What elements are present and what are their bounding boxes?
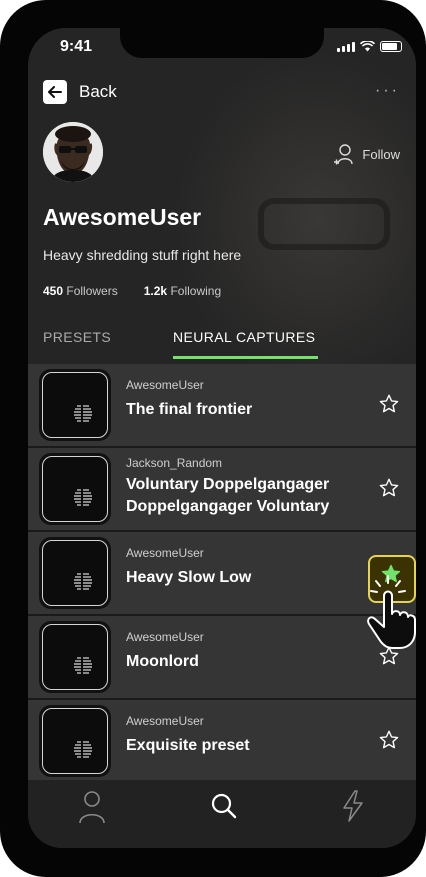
header-photo-decoration (258, 198, 390, 250)
add-user-icon (334, 144, 354, 165)
content-tabs: PRESETS NEURAL CAPTURES (43, 329, 403, 359)
status-icons (337, 41, 402, 52)
screen: 9:41 Back ··· Follow AwesomeUser Heavy s… (28, 28, 416, 848)
battery-icon (380, 41, 402, 52)
back-label: Back (79, 82, 117, 101)
active-tab-indicator (173, 356, 318, 359)
follow-label: Follow (362, 146, 400, 162)
profile-header-background (28, 28, 416, 364)
preset-title: Moonlord (126, 653, 199, 670)
preset-thumbnail (39, 537, 111, 609)
preset-thumbnail (39, 369, 111, 441)
preset-list: AwesomeUser The final frontier Jackson_R… (28, 364, 416, 806)
preset-title: The final frontier (126, 401, 253, 418)
profile-username: AwesomeUser (43, 204, 202, 230)
tab-neural-captures[interactable]: NEURAL CAPTURES (173, 329, 315, 345)
list-item[interactable]: AwesomeUser The final frontier (28, 364, 416, 448)
preset-thumbnail (39, 621, 111, 693)
preset-author[interactable]: Jackson_Random (126, 456, 222, 470)
capture-logo-icon (74, 488, 92, 506)
tap-gesture-icon (367, 575, 416, 649)
star-icon[interactable] (378, 393, 400, 415)
star-icon[interactable] (378, 729, 400, 751)
profile-bio: Heavy shredding stuff right here (43, 247, 242, 263)
followers-count: 450 (43, 284, 64, 298)
star-icon[interactable] (378, 477, 400, 499)
preset-title: Voluntary Doppelgangager Doppelgangager … (126, 476, 330, 515)
avatar[interactable] (43, 122, 103, 182)
device-notch (120, 28, 324, 58)
preset-author[interactable]: AwesomeUser (126, 378, 204, 392)
wifi-icon (360, 41, 375, 52)
preset-title: Heavy Slow Low (126, 569, 252, 586)
follow-button[interactable]: Follow (332, 142, 400, 166)
back-arrow-icon (43, 80, 67, 104)
following-stat[interactable]: 1.2k Following (144, 284, 221, 298)
status-time: 9:41 (60, 38, 93, 55)
list-item[interactable]: Jackson_Random Voluntary Doppelgangager … (28, 448, 416, 532)
avatar-photo (43, 122, 103, 182)
preset-title: Exquisite preset (126, 737, 250, 754)
following-count: 1.2k (143, 284, 168, 298)
followers-label: Followers (66, 284, 118, 298)
preset-author[interactable]: AwesomeUser (126, 546, 204, 560)
back-button[interactable]: Back (43, 80, 117, 104)
followers-stat[interactable]: 450 Followers (43, 284, 118, 298)
capture-logo-icon (74, 404, 92, 422)
preset-author[interactable]: AwesomeUser (126, 630, 204, 644)
preset-thumbnail (39, 453, 111, 525)
search-icon[interactable] (210, 792, 238, 820)
tab-presets[interactable]: PRESETS (43, 329, 111, 345)
list-item[interactable]: AwesomeUser Moonlord (28, 616, 416, 700)
preset-author[interactable]: AwesomeUser (126, 714, 204, 728)
more-options-button[interactable]: ··· (375, 82, 400, 100)
following-label: Following (170, 284, 222, 298)
capture-logo-icon (74, 572, 92, 590)
lightning-icon[interactable] (340, 790, 366, 822)
phone-frame: 9:41 Back ··· Follow AwesomeUser Heavy s… (0, 0, 426, 877)
list-item[interactable]: AwesomeUser Heavy Slow Low (28, 532, 416, 616)
profile-icon[interactable] (78, 790, 106, 824)
preset-thumbnail (39, 705, 111, 777)
bottom-nav (28, 780, 416, 848)
capture-logo-icon (74, 740, 92, 758)
list-item[interactable]: AwesomeUser Exquisite preset (28, 700, 416, 784)
capture-logo-icon (74, 656, 92, 674)
profile-stats: 450 Followers 1.2k Following (43, 284, 221, 298)
signal-icon (337, 41, 355, 52)
